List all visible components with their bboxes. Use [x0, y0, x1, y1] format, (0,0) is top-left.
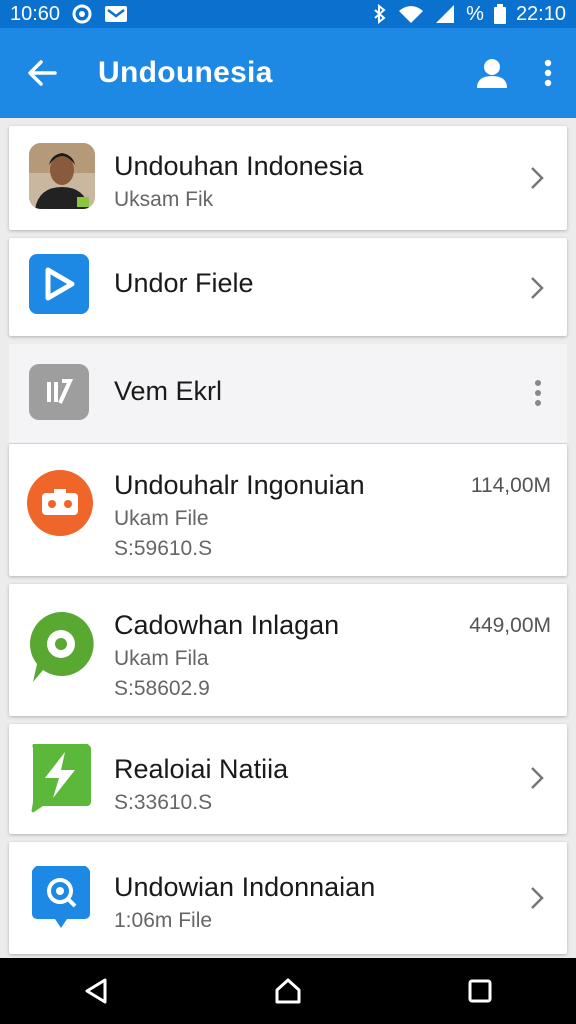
- item-subtitle: Ukam Fila: [114, 647, 209, 670]
- list-item[interactable]: Undowian Indonnaian 1:06m File: [9, 842, 567, 954]
- item-title: Vem Ekrl: [114, 376, 223, 406]
- battery-percent: %: [466, 2, 484, 25]
- item-title: Undor Fiele: [114, 268, 254, 298]
- person-icon: [477, 59, 507, 88]
- status-bar: 10:60 % 22:10: [0, 0, 576, 28]
- chevron-right-icon: [525, 884, 549, 912]
- back-button[interactable]: [14, 45, 70, 101]
- more-vert-icon: [535, 380, 541, 406]
- mail-notification-icon: [104, 4, 128, 24]
- chat-bubble-icon: [27, 610, 95, 684]
- item-title: Undowian Indonnaian: [114, 872, 376, 902]
- item-title: Cadowhan Inlagan: [114, 610, 340, 640]
- triangle-back-icon: [85, 978, 107, 1004]
- chevron-right-icon: [525, 764, 549, 792]
- list-item[interactable]: Undor Fiele: [9, 238, 567, 336]
- item-detail: S:33610.S: [114, 791, 213, 814]
- play-icon: [29, 254, 89, 314]
- wifi-icon: [398, 4, 424, 24]
- item-detail: S:58602.9: [114, 677, 210, 700]
- status-clock: 22:10: [515, 2, 566, 25]
- nav-back-button[interactable]: [66, 961, 126, 1021]
- list-item[interactable]: Cadowhan Inlagan Ukam Fila S:58602.9 449…: [9, 584, 567, 716]
- person-photo-icon: [29, 143, 95, 209]
- item-subtitle: Ukam File: [114, 507, 209, 530]
- item-subtitle: Uksam Fik: [114, 188, 214, 211]
- square-recents-icon: [468, 979, 492, 1003]
- status-time: 10:60: [10, 2, 61, 25]
- circle-notification-icon: [72, 4, 92, 24]
- item-detail: S:59610.S: [114, 537, 213, 560]
- lightning-icon: [27, 742, 93, 814]
- bluetooth-icon: [372, 4, 388, 24]
- item-title: Undouhalr Ingonuian: [114, 470, 365, 500]
- more-vert-icon: [544, 59, 552, 87]
- battery-icon: [493, 4, 506, 24]
- app-bar: Undounesia: [0, 28, 576, 118]
- home-icon: [275, 978, 301, 1004]
- item-subtitle: 1:06m File: [114, 909, 213, 932]
- nav-home-button[interactable]: [258, 961, 318, 1021]
- account-button[interactable]: [464, 45, 520, 101]
- nav-recents-button[interactable]: [450, 961, 510, 1021]
- item-size: 114,00M: [470, 474, 551, 497]
- item-title: Realoiai Natiia: [114, 754, 289, 784]
- list-item[interactable]: Realoiai Natiia S:33610.S: [9, 724, 567, 834]
- item-title: Undouhan Indonesia: [114, 151, 364, 181]
- page-title: Undounesia: [98, 56, 273, 89]
- game-controller-icon: [27, 470, 93, 536]
- arrow-back-icon: [28, 60, 57, 86]
- item-more-button[interactable]: [531, 378, 545, 408]
- signal-icon: [434, 4, 456, 24]
- item-size: 449,00M: [469, 614, 551, 637]
- chevron-right-icon: [525, 164, 549, 192]
- pause-slash-icon: [29, 364, 89, 420]
- list-item[interactable]: Vem Ekrl: [9, 344, 567, 444]
- list-item[interactable]: Undouhalr Ingonuian Ukam File S:59610.S …: [9, 444, 567, 576]
- system-nav-bar: [0, 958, 576, 1024]
- chat-search-icon: [31, 864, 91, 930]
- list-item[interactable]: Undouhan Indonesia Uksam Fik: [9, 126, 567, 230]
- overflow-menu-button[interactable]: [520, 45, 576, 101]
- chevron-right-icon: [525, 274, 549, 302]
